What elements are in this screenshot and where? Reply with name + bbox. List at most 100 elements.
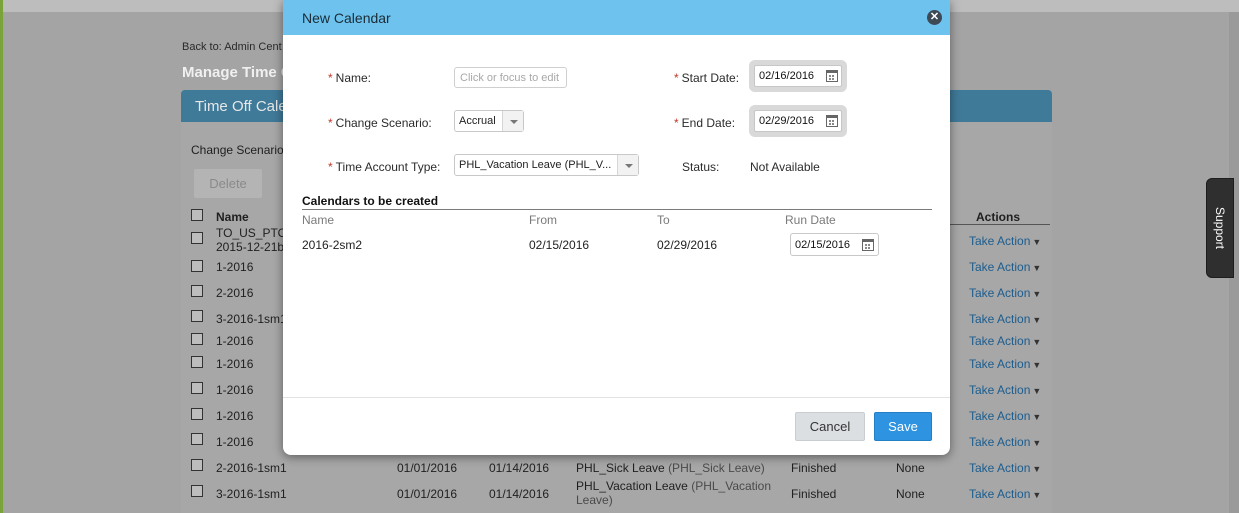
start-date-label: * Start Date: <box>674 71 740 85</box>
take-action-link[interactable]: Take Action ▼ <box>969 461 1041 475</box>
row-name-line2: 2015-12-21bo <box>216 240 291 254</box>
run-date-value: 02/15/2016 <box>795 239 851 251</box>
take-action-link[interactable]: Take Action ▼ <box>969 312 1041 326</box>
row-checkbox[interactable] <box>191 333 203 345</box>
calendar-row-from: 02/15/2016 <box>529 238 590 252</box>
support-tab-label: Support <box>1213 206 1227 250</box>
start-date-field-wrap: 02/16/2016 <box>749 60 847 92</box>
chevron-down-icon[interactable] <box>617 155 638 175</box>
caret-down-icon: ▼ <box>1032 289 1042 299</box>
row-checkbox[interactable] <box>191 310 203 322</box>
row-checkbox[interactable] <box>191 382 203 394</box>
row-status: Finished <box>791 487 837 501</box>
caret-down-icon: ▼ <box>1032 337 1042 347</box>
calendar-icon[interactable] <box>826 115 838 127</box>
caret-down-icon: ▼ <box>1032 464 1042 474</box>
row-checkbox[interactable] <box>191 459 203 471</box>
calendar-icon[interactable] <box>826 70 838 82</box>
row-name: 1-2016 <box>216 383 254 397</box>
take-action-link[interactable]: Take Action ▼ <box>969 383 1041 397</box>
row-name: 1-2016 <box>216 260 254 274</box>
row-name: 1-2016 <box>216 334 254 348</box>
change-scenario-select[interactable]: Accrual <box>454 110 524 132</box>
back-link[interactable]: Back to: Admin Cent <box>182 41 282 53</box>
row-status: Finished <box>791 461 837 475</box>
row-to-date: 01/14/2016 <box>489 461 550 475</box>
column-header-run-date: Run Date <box>785 213 836 227</box>
end-date-field-wrap: 02/29/2016 <box>749 105 847 137</box>
caret-down-icon: ▼ <box>1032 386 1042 396</box>
column-header-to: To <box>657 213 670 227</box>
take-action-link[interactable]: Take Action ▼ <box>969 260 1041 274</box>
calendars-section-title: Calendars to be created <box>302 194 439 208</box>
caret-down-icon: ▼ <box>1032 412 1042 422</box>
take-action-link[interactable]: Take Action ▼ <box>969 334 1041 348</box>
chevron-down-icon[interactable] <box>502 111 523 131</box>
row-from-date: 01/01/2016 <box>397 487 458 501</box>
take-action-link[interactable]: Take Action ▼ <box>969 409 1041 423</box>
row-name: 1-2016 <box>216 357 254 371</box>
header-divider <box>950 224 1050 225</box>
end-date-value: 02/29/2016 <box>759 115 815 127</box>
row-checkbox[interactable] <box>191 408 203 420</box>
left-accent-strip <box>0 0 3 513</box>
new-calendar-dialog: New Calendar ✕ *Name: *Start Date: 02/16… <box>283 0 950 455</box>
row-checkbox[interactable] <box>191 356 203 368</box>
row-name: 3-2016-1sm1 <box>216 312 287 326</box>
required-asterisk: * <box>674 71 679 85</box>
row-time-account-line2: Leave) <box>576 493 613 507</box>
caret-down-icon: ▼ <box>1032 315 1042 325</box>
caret-down-icon: ▼ <box>1032 438 1042 448</box>
run-date-input[interactable]: 02/15/2016 <box>790 233 879 256</box>
footer-divider <box>283 397 950 398</box>
end-date-input[interactable]: 02/29/2016 <box>754 110 842 132</box>
start-date-input[interactable]: 02/16/2016 <box>754 65 842 87</box>
row-checkbox[interactable] <box>191 232 203 244</box>
row-to-date: 01/14/2016 <box>489 487 550 501</box>
status-label: Status: <box>682 160 720 174</box>
row-name: 3-2016-1sm1 <box>216 487 287 501</box>
row-name: 1-2016 <box>216 409 254 423</box>
row-time-account: PHL_Vacation Leave (PHL_Vacation <box>576 479 772 493</box>
support-tab[interactable]: Support <box>1206 178 1234 278</box>
column-header-name: Name <box>216 210 249 224</box>
take-action-link[interactable]: Take Action ▼ <box>969 435 1041 449</box>
select-all-checkbox[interactable] <box>191 209 203 221</box>
delete-button[interactable]: Delete <box>194 169 262 198</box>
end-date-label: * End Date: <box>674 116 736 130</box>
column-header-from: From <box>529 213 557 227</box>
take-action-link[interactable]: Take Action ▼ <box>969 286 1041 300</box>
caret-down-icon: ▼ <box>1032 490 1042 500</box>
time-account-type-label: * Time Account Type: <box>328 160 441 174</box>
close-icon[interactable]: ✕ <box>927 10 942 25</box>
calendar-icon[interactable] <box>862 239 874 251</box>
row-checkbox[interactable] <box>191 485 203 497</box>
status-value: Not Available <box>750 160 820 174</box>
row-name: 2-2016 <box>216 286 254 300</box>
take-action-link[interactable]: Take Action ▼ <box>969 357 1041 371</box>
take-action-link[interactable]: Take Action ▼ <box>969 487 1041 501</box>
row-time-account: PHL_Sick Leave (PHL_Sick Leave) <box>576 461 765 475</box>
row-checkbox[interactable] <box>191 260 203 272</box>
row-checkbox[interactable] <box>191 285 203 297</box>
calendars-panel-title: Time Off Cale <box>195 98 287 115</box>
column-header-actions: Actions <box>976 210 1021 224</box>
row-name: 1-2016 <box>216 435 254 449</box>
start-date-value: 02/16/2016 <box>759 70 815 82</box>
calendar-row-to: 02/29/2016 <box>657 238 718 252</box>
name-label: * Name: <box>328 71 372 85</box>
save-button[interactable]: Save <box>874 412 932 441</box>
dialog-title: New Calendar <box>302 10 391 26</box>
change-scenario-value: Accrual <box>459 115 496 127</box>
take-action-link[interactable]: Take Action ▼ <box>969 234 1041 248</box>
row-checkbox[interactable] <box>191 433 203 445</box>
row-from-date: 01/01/2016 <box>397 461 458 475</box>
required-asterisk: * <box>674 116 679 130</box>
row-run: None <box>896 487 925 501</box>
cancel-button[interactable]: Cancel <box>795 412 865 441</box>
required-asterisk: * <box>328 116 333 130</box>
required-asterisk: * <box>328 160 333 174</box>
change-scenario-label: * Change Scenario: <box>328 116 432 130</box>
time-account-type-select[interactable]: PHL_Vacation Leave (PHL_V... <box>454 154 639 176</box>
name-input[interactable] <box>454 67 567 88</box>
